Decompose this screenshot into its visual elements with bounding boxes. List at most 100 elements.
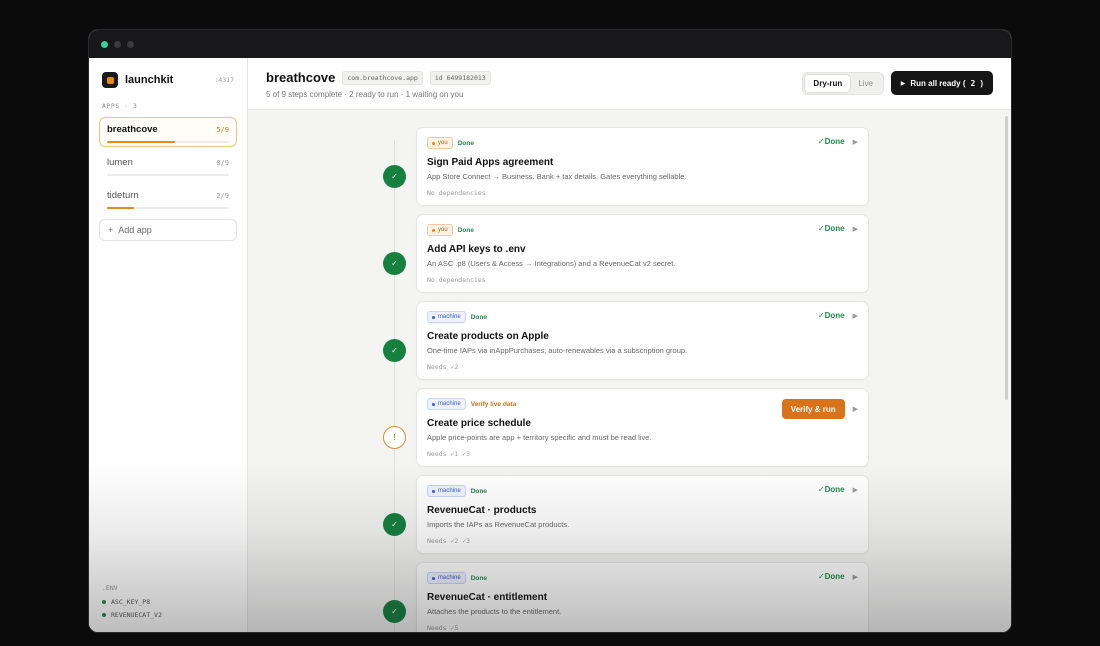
verify-and-run-button[interactable]: Verify & run — [781, 399, 845, 419]
port-label: :4317 — [214, 76, 234, 84]
step-dependencies: Needs ✓1 ✓3 — [427, 450, 471, 458]
plus-icon: + — [108, 225, 114, 235]
expand-chevron-icon[interactable]: ▶ — [853, 225, 858, 233]
step-description: One-time IAPs via inAppPurchases; auto-r… — [427, 346, 688, 355]
env-item: ASC_KEY_P8 — [102, 598, 162, 606]
expand-chevron-icon[interactable]: ▶ — [853, 405, 858, 413]
step-card[interactable]: you Done ✓Done ▶ Sign Paid Apps agreemen… — [416, 127, 869, 206]
live-toggle[interactable]: Live — [850, 75, 881, 92]
add-app-label: Add app — [118, 225, 152, 235]
expand-chevron-icon[interactable]: ▶ — [853, 138, 858, 146]
brand: launchkit :4317 — [99, 72, 237, 88]
step-dependencies: Needs ✓2 ✓3 — [427, 537, 471, 545]
env-panel: .ENV ASC_KEY_P8 REVENUECAT_V2 — [102, 584, 162, 624]
step-status: Verify live data — [470, 400, 517, 408]
app-id-chip: id 6499182013 — [429, 70, 491, 85]
app-window: launchkit :4317 APPS · 3 breathcove 5/9 … — [88, 29, 1012, 633]
done-label: ✓Done — [817, 311, 845, 320]
step-title: Add API keys to .env — [427, 244, 526, 255]
app-name: lumen — [107, 157, 133, 168]
page-header: breathcove com.breathcove.app id 6499182… — [248, 58, 1011, 110]
expand-chevron-icon[interactable]: ▶ — [853, 486, 858, 494]
step-description: Apple price-points are app + territory s… — [427, 433, 652, 442]
done-label: ✓Done — [817, 137, 845, 146]
app-progress-bar — [107, 141, 229, 143]
step-node-done-icon: ✓ — [383, 339, 406, 362]
expand-chevron-icon[interactable]: ▶ — [853, 573, 858, 581]
step-description: App Store Connect → Business. Bank + tax… — [427, 172, 687, 181]
step-title: Create products on Apple — [427, 331, 549, 342]
actor-badge: machine — [427, 572, 466, 584]
sidebar-item-lumen[interactable]: lumen 0/9 — [99, 150, 237, 180]
step-node-done-icon: ✓ — [383, 252, 406, 275]
app-progress-bar — [107, 207, 229, 209]
step-status: Done — [457, 226, 474, 234]
apps-section-label: APPS · 3 — [102, 102, 138, 110]
step-dependencies: Needs ✓2 — [427, 363, 459, 371]
window-dot-active[interactable] — [101, 40, 108, 48]
step-node-done-icon: ✓ — [383, 513, 406, 536]
app-count: 2/9 — [216, 191, 229, 200]
actor-badge: machine — [427, 398, 466, 410]
status-dot-icon — [102, 600, 106, 604]
step-dependencies: No dependencies — [427, 276, 486, 284]
done-label: ✓Done — [817, 485, 845, 494]
env-item: REVENUECAT_V2 — [102, 611, 162, 619]
mode-toggle: Dry-run Live — [802, 72, 884, 95]
bundle-id-chip: com.breathcove.app — [342, 70, 423, 85]
app-progress-bar — [107, 174, 229, 176]
step-description: Imports the IAPs as RevenueCat products. — [427, 520, 570, 529]
window-titlebar — [89, 30, 1011, 58]
actor-badge: you — [427, 137, 453, 149]
app-name: breathcove — [107, 124, 158, 135]
step-title: Create price schedule — [427, 418, 531, 429]
run-all-ready-button[interactable]: ▶ Run all ready ( 2 ) — [890, 71, 993, 95]
play-icon: ▶ — [900, 80, 906, 87]
step-node-done-icon: ✓ — [383, 165, 406, 188]
sidebar: launchkit :4317 APPS · 3 breathcove 5/9 … — [89, 58, 248, 632]
dry-run-toggle[interactable]: Dry-run — [805, 75, 851, 92]
actor-badge: you — [427, 224, 453, 236]
sidebar-item-tideturn[interactable]: tideturn 2/9 — [99, 183, 237, 213]
page-title: breathcove — [266, 70, 336, 85]
actor-badge: machine — [427, 485, 466, 497]
step-dependencies: No dependencies — [427, 189, 486, 197]
step-status: Done — [470, 574, 487, 582]
step-card[interactable]: machine Done ✓Done ▶ RevenueCat · entitl… — [416, 562, 869, 632]
step-card[interactable]: machine Done ✓Done ▶ RevenueCat · produc… — [416, 475, 869, 554]
logo-icon — [102, 72, 118, 88]
step-title: RevenueCat · products — [427, 505, 537, 516]
step-card[interactable]: you Done ✓Done ▶ Add API keys to .env An… — [416, 214, 869, 293]
timeline-line — [394, 140, 395, 632]
app-count: 0/9 — [216, 158, 229, 167]
progress-summary: 5 of 9 steps complete · 2 ready to run ·… — [266, 90, 464, 99]
step-status: Done — [470, 313, 487, 321]
window-dot[interactable] — [114, 40, 121, 48]
env-label: .ENV — [102, 584, 118, 592]
steps-list: ✓ you Done ✓Done ▶ Sign Paid Apps agreem… — [248, 110, 1011, 632]
main-panel: breathcove com.breathcove.app id 6499182… — [248, 58, 1011, 632]
expand-chevron-icon[interactable]: ▶ — [853, 312, 858, 320]
app-count: 5/9 — [216, 125, 229, 134]
step-node-warning-icon: ! — [383, 426, 406, 449]
run-close-paren: ) — [980, 78, 983, 88]
step-title: Sign Paid Apps agreement — [427, 157, 554, 168]
brand-name: launchkit — [125, 74, 174, 86]
step-dependencies: Needs ✓5 — [427, 624, 459, 632]
window-dot[interactable] — [127, 40, 134, 48]
step-status: Done — [457, 139, 474, 147]
step-card[interactable]: machine Done ✓Done ▶ Create products on … — [416, 301, 869, 380]
vertical-scrollbar[interactable] — [1005, 116, 1008, 400]
step-card[interactable]: machine Verify live data Verify & run ▶ … — [416, 388, 869, 467]
run-count: 2 — [970, 78, 976, 88]
status-dot-icon — [102, 613, 106, 617]
step-node-done-icon: ✓ — [383, 600, 406, 623]
add-app-button[interactable]: + Add app — [99, 219, 237, 241]
run-all-label: Run all ready ( — [910, 78, 966, 88]
step-description: Attaches the products to the entitlement… — [427, 607, 562, 616]
done-label: ✓Done — [817, 572, 845, 581]
app-name: tideturn — [107, 190, 139, 201]
step-status: Done — [470, 487, 487, 495]
step-title: RevenueCat · entitlement — [427, 592, 548, 603]
sidebar-item-breathcove[interactable]: breathcove 5/9 — [99, 117, 237, 147]
